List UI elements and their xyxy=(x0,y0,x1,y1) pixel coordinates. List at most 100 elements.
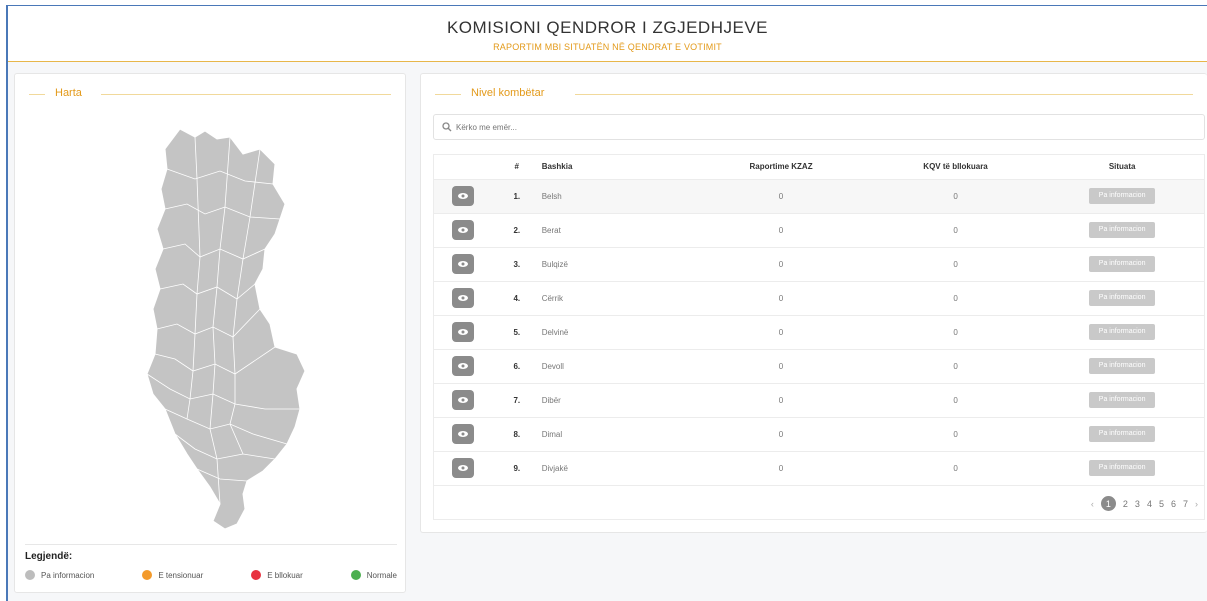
row-name: Cërrik xyxy=(541,281,692,316)
status-badge: Pa informacion xyxy=(1089,256,1156,272)
column-header-blocked[interactable]: KQV të bllokuara xyxy=(870,155,1041,180)
row-blocked: 0 xyxy=(870,349,1041,384)
view-button[interactable] xyxy=(451,254,474,274)
row-name: Devoll xyxy=(541,349,692,384)
view-button[interactable] xyxy=(451,322,474,342)
row-name: Dibër xyxy=(541,383,692,418)
row-blocked: 0 xyxy=(870,417,1041,452)
row-blocked: 0 xyxy=(870,315,1041,350)
normal-dot-icon xyxy=(350,570,361,580)
page-button-6[interactable]: 6 xyxy=(1171,499,1176,509)
row-name: Divjakë xyxy=(541,451,692,486)
national-panel-title: Nivel kombëtar xyxy=(465,87,551,99)
page-button-2[interactable]: 2 xyxy=(1123,499,1128,509)
view-button[interactable] xyxy=(451,424,474,444)
row-reports: 0 xyxy=(691,451,871,486)
map-panel-title: Harta xyxy=(49,87,88,99)
column-header-index: # xyxy=(491,155,542,180)
row-blocked: 0 xyxy=(870,383,1041,418)
column-header-reports[interactable]: Raportime KZAZ xyxy=(691,155,871,180)
legend-label: Pa informacion xyxy=(41,570,95,580)
albania-map[interactable] xyxy=(125,109,325,569)
row-blocked: 0 xyxy=(870,281,1041,316)
legend-label: E tensionuar xyxy=(158,570,204,580)
row-reports: 0 xyxy=(691,247,871,282)
eye-icon xyxy=(457,431,468,437)
view-button[interactable] xyxy=(451,458,474,478)
search-box[interactable] xyxy=(433,114,1205,140)
page-button-1[interactable]: 1 xyxy=(1100,496,1116,511)
row-reports: 0 xyxy=(691,383,871,418)
eye-icon xyxy=(457,363,468,369)
row-reports: 0 xyxy=(691,349,871,384)
row-blocked: 0 xyxy=(870,213,1041,248)
row-blocked: 0 xyxy=(870,247,1041,282)
eye-icon xyxy=(457,465,468,471)
tense-dot-icon xyxy=(142,570,153,580)
eye-icon xyxy=(457,397,468,403)
legend-item-tense: E tensionuar xyxy=(142,570,203,580)
row-index: 5. xyxy=(491,315,542,350)
status-badge: Pa informacion xyxy=(1089,460,1156,476)
status-badge: Pa informacion xyxy=(1089,222,1156,238)
national-panel-heading: Nivel kombëtar xyxy=(435,87,1193,101)
table-row[interactable]: 6. Devoll 0 0 Pa informacion xyxy=(434,349,1204,384)
column-header-status[interactable]: Situata xyxy=(1040,155,1204,180)
search-icon xyxy=(442,122,452,132)
page-button-5[interactable]: 5 xyxy=(1159,499,1164,509)
eye-icon xyxy=(457,329,468,335)
view-button[interactable] xyxy=(451,390,474,410)
page-subtitle: RAPORTIM MBI SITUATËN NË QENDRAT E VOTIM… xyxy=(493,42,722,52)
legend-item-normal: Normale xyxy=(350,570,397,580)
row-index: 1. xyxy=(491,179,542,214)
next-page-button[interactable]: › xyxy=(1195,499,1198,509)
table-row[interactable]: 7. Dibër 0 0 Pa informacion xyxy=(434,383,1204,418)
column-header-name[interactable]: Bashkia xyxy=(541,155,692,180)
row-blocked: 0 xyxy=(870,451,1041,486)
legend-item-no-info: Pa informacion xyxy=(25,570,94,580)
pagination: ‹ 1 2 3 4 5 6 7 › xyxy=(1091,496,1198,511)
row-index: 8. xyxy=(491,417,542,452)
view-button[interactable] xyxy=(451,356,474,376)
page-button-3[interactable]: 3 xyxy=(1135,499,1140,509)
table-row[interactable]: 1. Belsh 0 0 Pa informacion xyxy=(434,179,1204,214)
search-input[interactable] xyxy=(456,122,1156,132)
row-reports: 0 xyxy=(691,417,871,452)
page-button-7[interactable]: 7 xyxy=(1183,499,1188,509)
legend-title: Legjendë: xyxy=(25,551,73,562)
legend-item-blocked: E bllokuar xyxy=(251,570,303,580)
table-row[interactable]: 3. Bulqizë 0 0 Pa informacion xyxy=(434,247,1204,282)
status-badge: Pa informacion xyxy=(1089,358,1156,374)
legend-label: Normale xyxy=(366,570,397,580)
legend-label: E bllokuar xyxy=(267,570,303,580)
row-name: Dimal xyxy=(541,417,692,452)
row-index: 3. xyxy=(491,247,542,282)
table-row[interactable]: 2. Berat 0 0 Pa informacion xyxy=(434,213,1204,248)
eye-icon xyxy=(457,227,468,233)
row-reports: 0 xyxy=(691,179,871,214)
table-row[interactable]: 4. Cërrik 0 0 Pa informacion xyxy=(434,281,1204,316)
status-badge: Pa informacion xyxy=(1089,324,1156,340)
row-name: Belsh xyxy=(541,179,692,214)
table-row[interactable]: 8. Dimal 0 0 Pa informacion xyxy=(434,417,1204,452)
row-name: Delvinë xyxy=(541,315,692,350)
row-reports: 0 xyxy=(691,315,871,350)
blocked-dot-icon xyxy=(251,570,262,580)
status-badge: Pa informacion xyxy=(1089,392,1156,408)
status-badge: Pa informacion xyxy=(1089,290,1156,306)
view-button[interactable] xyxy=(451,220,474,240)
row-name: Bulqizë xyxy=(541,247,692,282)
view-button[interactable] xyxy=(451,186,474,206)
view-button[interactable] xyxy=(451,288,474,308)
table-header-row: # Bashkia Raportime KZAZ KQV të bllokuar… xyxy=(434,155,1204,180)
row-index: 7. xyxy=(491,383,542,418)
table-row[interactable]: 5. Delvinë 0 0 Pa informacion xyxy=(434,315,1204,350)
no-info-dot-icon xyxy=(25,570,35,580)
table-row[interactable]: 9. Divjakë 0 0 Pa informacion xyxy=(434,451,1204,486)
national-panel: Nivel kombëtar # Bashkia Raportime KZAZ … xyxy=(420,73,1207,533)
page-header: KOMISIONI QENDROR I ZGJEDHJEVE RAPORTIM … xyxy=(8,6,1207,62)
municipality-table: # Bashkia Raportime KZAZ KQV të bllokuar… xyxy=(433,154,1205,520)
page-button-4[interactable]: 4 xyxy=(1147,499,1152,509)
row-index: 9. xyxy=(491,451,542,486)
prev-page-button[interactable]: ‹ xyxy=(1091,499,1094,509)
